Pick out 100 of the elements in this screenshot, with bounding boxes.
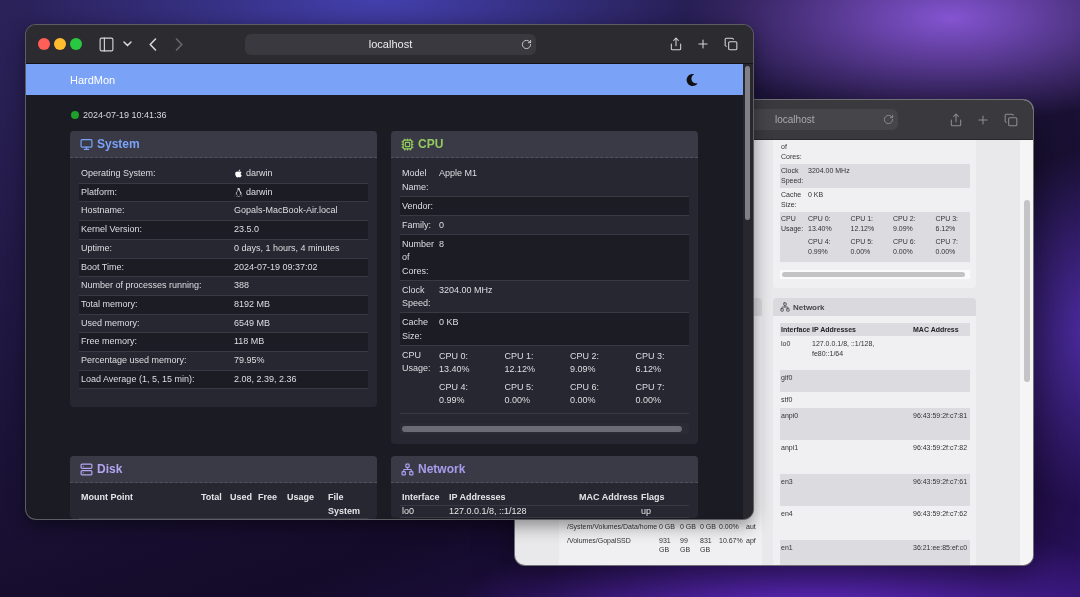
card-title: System [97,137,140,151]
scrollbar-track[interactable] [400,423,689,434]
info-label: Operating System: [80,167,157,180]
info-value: 118 MB [234,335,265,349]
scrollbar-thumb[interactable] [745,66,750,220]
core-label: CPU 3: [635,349,666,363]
info-label: Family: [401,218,432,232]
app-title: HardMon [70,73,116,86]
column-header: Total [200,491,223,504]
reload-icon [883,114,894,125]
info-value: Apple M1 [438,167,479,180]
card-title: Network [793,302,825,312]
scrollbar-track[interactable] [780,270,970,279]
reload-button[interactable] [883,114,894,125]
core-usage: 13.40% [439,363,471,376]
info-value: 0 [438,218,445,232]
server-icon [80,462,93,476]
interface-name: lo0 [401,505,415,517]
info-value: 3204.00 MHz [438,283,494,297]
column-header: Free [257,491,278,504]
close-button[interactable] [38,38,50,50]
scrollbar-track[interactable] [743,64,753,519]
share-icon [949,112,963,127]
sidebar-icon [97,35,115,53]
info-label: Boot Time: [80,260,126,274]
scrollbar-track[interactable] [1020,140,1033,565]
info-value: 79.95% [234,354,265,368]
column-header: MAC Address [578,491,639,504]
scrollbar-thumb[interactable] [402,426,682,432]
column-header: Interface [401,491,441,504]
info-label: Number of Cores: [401,237,435,278]
info-label: Clock Speed: [401,283,432,310]
column-header: Flags [640,491,666,504]
tabs-icon [724,37,738,51]
moon-icon [686,73,698,86]
column-header: Mount Point [80,491,134,504]
info-value: 388 [234,279,250,293]
core-label: CPU 0: [439,349,469,363]
info-value: darwin [246,167,273,180]
card-title: Network [418,462,466,476]
info-value: 2.08, 2.39, 2.36 [234,372,297,386]
info-label: Total memory: [80,297,139,311]
plus-icon [976,112,990,127]
info-label: Vendor: [401,199,435,213]
info-label: Percentage used memory: [80,354,188,368]
address-field[interactable]: localhost [754,109,898,130]
info-label: Model Name: [401,167,430,194]
info-label: CPU Usage: [401,348,432,375]
zoom-button[interactable] [70,38,82,50]
chevron-right-icon [175,37,183,51]
info-value: 6549 MB [234,316,271,330]
scrollbar-thumb[interactable] [782,272,965,277]
core-usage: 0.00% [635,394,663,407]
sidebar-button[interactable] [97,35,115,53]
tab-overview-button[interactable] [724,35,738,53]
reload-button[interactable] [521,38,532,50]
info-label: Uptime: [80,241,113,255]
theme-toggle-button[interactable] [686,73,698,86]
ip-addresses: 127.0.0.1/8, ::1/128 [448,505,528,517]
share-icon [669,37,683,51]
share-button[interactable] [669,35,683,53]
core-usage: 12.12% [504,363,537,376]
scrollbar-thumb[interactable] [1024,200,1030,382]
core-usage: 0.00% [504,394,532,407]
core-label: CPU 7: [635,380,666,394]
info-value: darwin [246,185,273,199]
monitor-icon [80,137,93,151]
tabs-icon [1004,112,1018,127]
column-header: Usage [286,491,315,504]
chevron-left-icon [149,37,157,51]
card-title: Disk [97,462,123,476]
core-label: CPU 1: [504,349,535,363]
info-label: Hostname: [80,204,126,218]
core-usage: 0.00% [570,394,597,407]
info-label: Cache Size: [401,316,429,343]
info-value: 23.5.0 [234,223,260,237]
address-field[interactable]: localhost [245,33,536,55]
info-value: 8192 MB [234,297,271,311]
penguin-icon [234,188,243,198]
chevron-down-icon [123,41,132,47]
info-label: Platform: [80,185,118,199]
chip-icon [401,137,414,151]
minimize-button[interactable] [54,38,66,50]
plus-icon [696,37,710,51]
column-header: IP Addresses [448,491,507,504]
network-icon [780,302,790,312]
core-usage: 0.99% [439,394,466,407]
core-label: CPU 4: [439,380,469,394]
column-header: File System [327,491,362,518]
column-header: Used [229,491,253,504]
card-title: CPU [418,137,444,151]
info-value: 0 KB [438,316,460,329]
reload-icon [521,38,532,50]
core-label: CPU 2: [570,349,600,363]
core-usage: 6.12% [635,363,663,376]
info-label: Number of processes running: [80,279,203,293]
info-value: 0 days, 1 hours, 4 minutes [234,241,340,255]
back-button[interactable] [149,35,157,53]
core-label: CPU 6: [570,380,600,394]
interface-flags: up [640,505,652,517]
